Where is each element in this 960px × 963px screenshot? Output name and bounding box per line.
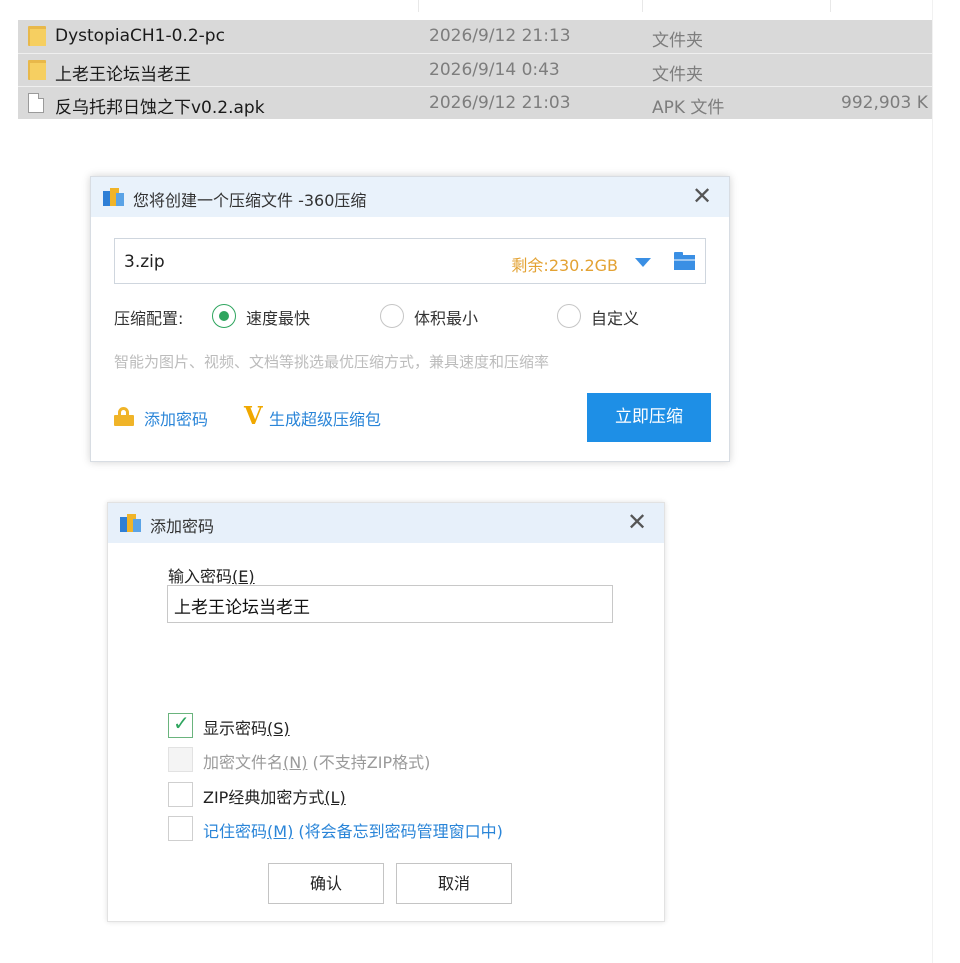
- compress-dialog-title: 您将创建一个压缩文件 -360压缩: [133, 191, 367, 210]
- file-type: 文件夹: [652, 31, 703, 51]
- checkbox-box[interactable]: [168, 747, 193, 772]
- checkbox-box[interactable]: [168, 782, 193, 807]
- file-list-header-strip: [18, 0, 932, 20]
- radio-unchecked-icon[interactable]: [557, 304, 581, 328]
- close-icon[interactable]: ✕: [624, 508, 650, 536]
- file-size: 992,903 K: [841, 93, 928, 113]
- file-type: APK 文件: [652, 98, 725, 118]
- password-dialog-title: 添加密码: [150, 517, 215, 536]
- confirm-button[interactable]: 确认: [268, 863, 384, 904]
- file-icon: [28, 93, 46, 114]
- checkbox-label: 记住密码(M) (将会备忘到密码管理窗口中): [203, 822, 503, 841]
- password-input[interactable]: 上老王论坛当老王: [167, 585, 613, 623]
- file-name: 上老王论坛当老王: [55, 65, 191, 85]
- browse-folder-icon[interactable]: [674, 252, 695, 270]
- radio-checked-icon[interactable]: [212, 304, 236, 328]
- radio-label: 体积最小: [414, 309, 479, 328]
- compress-dialog: 您将创建一个压缩文件 -360压缩 ✕ 3.zip 剩余:230.2GB 压缩配…: [90, 176, 730, 462]
- file-date: 2026/9/12 21:03: [429, 93, 571, 113]
- password-input-label: 输入密码(E): [168, 563, 255, 587]
- file-row[interactable]: 反乌托邦日蚀之下v0.2.apk 2026/9/12 21:03 APK 文件 …: [18, 86, 932, 119]
- archive-name-value[interactable]: 3.zip: [124, 252, 165, 272]
- column-separator: [418, 0, 419, 12]
- column-separator: [642, 0, 643, 12]
- password-dialog-title-bar[interactable]: 添加密码 ✕: [108, 503, 664, 543]
- add-password-link[interactable]: 添加密码: [144, 406, 208, 430]
- password-dialog: 添加密码 ✕ 输入密码(E) 上老王论坛当老王 ✓ 显示密码(S) 加密文件名(…: [107, 502, 665, 922]
- column-separator: [830, 0, 831, 12]
- compress-config-label: 压缩配置:: [114, 309, 184, 328]
- file-row[interactable]: DystopiaCH1-0.2-pc 2026/9/12 21:13 文件夹: [18, 20, 932, 53]
- free-space-label: 剩余:230.2GB: [511, 256, 618, 275]
- archive-app-icon: [120, 514, 141, 533]
- checkbox-label: 显示密码(S): [203, 719, 290, 738]
- password-label-key: (E): [232, 567, 255, 586]
- check-icon: ✓: [173, 711, 190, 735]
- password-label-text: 输入密码: [168, 567, 233, 586]
- password-value[interactable]: 上老王论坛当老王: [174, 593, 310, 618]
- lock-icon[interactable]: [114, 407, 134, 426]
- archive-app-icon: [103, 188, 124, 207]
- file-type: 文件夹: [652, 65, 703, 85]
- close-icon[interactable]: ✕: [689, 182, 715, 210]
- dropdown-arrow-icon[interactable]: [635, 258, 651, 267]
- compress-hint-text: 智能为图片、视频、文档等挑选最优压缩方式，兼具速度和压缩率: [114, 353, 550, 371]
- checkbox-box[interactable]: ✓: [168, 711, 193, 738]
- super-package-link[interactable]: 生成超级压缩包: [269, 406, 381, 430]
- file-name: DystopiaCH1-0.2-pc: [55, 26, 225, 46]
- checkbox-box[interactable]: [168, 816, 193, 841]
- vip-v-icon: V: [244, 401, 263, 430]
- radio-label: 速度最快: [246, 309, 311, 328]
- folder-icon: [28, 26, 46, 47]
- file-list: DystopiaCH1-0.2-pc 2026/9/12 21:13 文件夹 上…: [18, 20, 932, 119]
- radio-unchecked-icon[interactable]: [380, 304, 404, 328]
- checkbox-label: ZIP经典加密方式(L): [203, 788, 346, 807]
- file-date: 2026/9/12 21:13: [429, 26, 571, 46]
- compress-dialog-title-bar[interactable]: 您将创建一个压缩文件 -360压缩 ✕: [91, 177, 729, 217]
- file-row[interactable]: 上老王论坛当老王 2026/9/14 0:43 文件夹: [18, 53, 932, 86]
- checkbox-label: 加密文件名(N) (不支持ZIP格式): [203, 753, 431, 772]
- archive-name-input[interactable]: 3.zip 剩余:230.2GB: [114, 238, 706, 284]
- cancel-button[interactable]: 取消: [396, 863, 512, 904]
- radio-label: 自定义: [591, 309, 640, 328]
- file-name: 反乌托邦日蚀之下v0.2.apk: [55, 98, 265, 118]
- compress-now-button[interactable]: 立即压缩: [587, 393, 711, 442]
- folder-icon: [28, 60, 46, 81]
- window-edge: [932, 0, 933, 963]
- file-date: 2026/9/14 0:43: [429, 60, 560, 80]
